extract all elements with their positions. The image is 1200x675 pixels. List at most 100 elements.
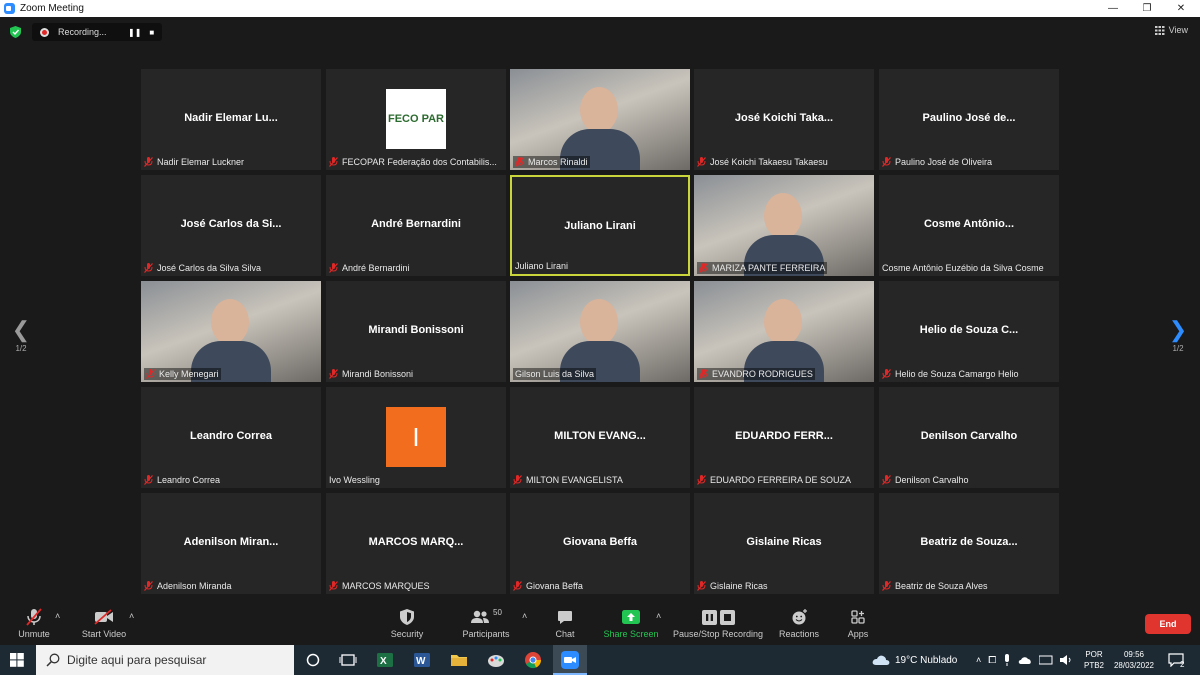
language-code: POR (1085, 650, 1103, 659)
participant-tile[interactable]: Leandro Correa Leandro Correa (141, 387, 321, 488)
clock[interactable]: 09:56 28/03/2022 (1112, 645, 1156, 675)
participant-tile[interactable]: Mirandi Bonissoni Mirandi Bonissoni (326, 281, 506, 382)
search-icon (46, 653, 60, 667)
participant-display-name: Paulino José de... (922, 112, 1016, 124)
participant-tile[interactable]: Nadir Elemar Lu... Nadir Elemar Luckner (141, 69, 321, 170)
share-options-chevron-icon[interactable]: ˄ (656, 611, 661, 621)
participant-name-label: Gilson Luis da Silva (513, 368, 597, 380)
view-button[interactable]: View (1154, 25, 1188, 35)
stop-recording-button[interactable]: ■ (149, 28, 154, 37)
muted-mic-icon (513, 581, 522, 591)
share-screen-icon (622, 610, 640, 624)
onedrive-cloud-icon[interactable] (1018, 655, 1032, 665)
chat-bubble-icon (558, 610, 572, 624)
participant-name: Helio de Souza Camargo Helio (895, 369, 1019, 379)
network-icon[interactable] (1039, 655, 1053, 665)
participant-tile[interactable]: Beatriz de Souza... Beatriz de Souza Alve… (879, 493, 1059, 594)
participant-tile[interactable]: EVANDRO RODRIGUES (694, 281, 874, 382)
participant-tile[interactable]: I Ivo Wessling (326, 387, 506, 488)
recording-text: Recording... (58, 27, 107, 37)
participant-display-name: Leandro Correa (190, 430, 272, 442)
participant-tile[interactable]: MILTON EVANG... MILTON EVANGELISTA (510, 387, 690, 488)
participant-tile[interactable]: EDUARDO FERR... EDUARDO FERREIRA DE SOUZA (694, 387, 874, 488)
participants-options-chevron-icon[interactable]: ˄ (522, 611, 527, 621)
camera-tray-icon[interactable]: ⧠ (988, 655, 996, 666)
participant-tile[interactable]: José Carlos da Si... José Carlos da Silva… (141, 175, 321, 276)
pause-recording-button[interactable]: ❚❚ (128, 28, 141, 37)
participant-tile[interactable]: Gislaine Ricas Gislaine Ricas (694, 493, 874, 594)
participant-tile[interactable]: Juliano Lirani Juliano Lirani (510, 175, 690, 276)
participant-tile[interactable]: André Bernardini André Bernardini (326, 175, 506, 276)
previous-page-button[interactable]: ❮ 1/2 (11, 319, 31, 354)
participant-tile[interactable]: Marcos Rinaldi (510, 69, 690, 170)
pause-stop-recording-button[interactable]: Pause/Stop Recording (672, 608, 764, 639)
participant-tile[interactable]: Helio de Souza C... Helio de Souza Camarg… (879, 281, 1059, 382)
security-button[interactable]: Security (385, 608, 429, 639)
participant-name: EDUARDO FERREIRA DE SOUZA (710, 475, 852, 485)
stop-icon (719, 609, 735, 625)
microphone-tray-icon[interactable] (1003, 654, 1011, 666)
participant-name: Cosme Antônio Euzébio da Silva Cosme (882, 263, 1044, 273)
speaker-icon[interactable] (1060, 655, 1072, 665)
participant-tile[interactable]: Denilson Carvalho Denilson Carvalho (879, 387, 1059, 488)
chevron-right-icon: ❯ (1168, 317, 1188, 342)
participant-tile[interactable]: Gilson Luis da Silva (510, 281, 690, 382)
participant-display-name: André Bernardini (371, 218, 461, 230)
start-video-label: Start Video (81, 629, 127, 639)
participant-tile[interactable]: José Koichi Taka... José Koichi Takaesu T… (694, 69, 874, 170)
participant-name-label: EVANDRO RODRIGUES (697, 368, 815, 380)
chrome-icon[interactable] (524, 651, 542, 669)
restore-button[interactable]: ❐ (1128, 0, 1166, 17)
participant-tile[interactable]: MARIZA PANTE FERREIRA (694, 175, 874, 276)
shield-check-icon[interactable] (10, 26, 21, 38)
apps-button[interactable]: Apps (842, 608, 874, 639)
participant-name: Juliano Lirani (515, 261, 569, 271)
participant-display-name: Gislaine Ricas (746, 536, 822, 548)
tray-overflow-chevron-icon[interactable]: ˄ (976, 655, 981, 665)
participant-tile[interactable]: Giovana Beffa Giovana Beffa (510, 493, 690, 594)
participant-name: MARCOS MARQUES (342, 581, 430, 591)
participant-tile[interactable]: Adenilson Miran... Adenilson Miranda (141, 493, 321, 594)
input-language-indicator[interactable]: POR PTB2 (1084, 645, 1104, 675)
participant-tile[interactable]: FECO PAR FECOPAR Federação dos Contabilis… (326, 69, 506, 170)
word-icon[interactable]: W (413, 651, 431, 669)
muted-mic-icon (144, 157, 153, 167)
zoom-taskbar-active[interactable] (553, 645, 587, 675)
participant-name: Giovana Beffa (526, 581, 583, 591)
participants-button[interactable]: 50 Participants (460, 608, 512, 639)
end-meeting-button[interactable]: End (1145, 614, 1191, 634)
participant-name: Adenilson Miranda (157, 581, 232, 591)
meeting-area: Recording... ❚❚ ■ View ❮ 1/2 ❯ 1/2 Nadir… (0, 17, 1200, 602)
close-button[interactable]: ✕ (1162, 0, 1200, 17)
participant-tile[interactable]: MARCOS MARQ... MARCOS MARQUES (326, 493, 506, 594)
participant-name-label: Beatriz de Souza Alves (882, 580, 988, 592)
participant-name-label: Denilson Carvalho (882, 474, 969, 486)
muted-mic-icon (329, 263, 338, 273)
muted-mic-icon (697, 157, 706, 167)
minimize-button[interactable]: — (1094, 0, 1132, 17)
next-page-button[interactable]: ❯ 1/2 (1168, 317, 1188, 354)
file-explorer-icon[interactable] (450, 651, 468, 669)
chat-button[interactable]: Chat (548, 608, 582, 639)
weather-widget[interactable]: 19°C Nublado (872, 645, 957, 675)
participant-tile[interactable]: Paulino José de... Paulino José de Olivei… (879, 69, 1059, 170)
start-video-button[interactable]: Start Video (78, 608, 130, 639)
participant-tile[interactable]: Cosme Antônio... Cosme Antônio Euzébio da… (879, 175, 1059, 276)
excel-icon[interactable]: X (376, 651, 394, 669)
participant-tile[interactable]: Kelly Menegari (141, 281, 321, 382)
action-center-button[interactable]: 2 (1168, 645, 1184, 675)
windows-start-icon[interactable] (10, 653, 24, 667)
taskbar-search-box[interactable]: Digite aqui para pesquisar (36, 645, 294, 675)
share-screen-button[interactable]: Share Screen (602, 608, 660, 639)
participant-name: Paulino José de Oliveira (895, 157, 993, 167)
video-options-chevron-icon[interactable]: ˄ (129, 611, 134, 621)
reactions-button[interactable]: Reactions (778, 608, 820, 639)
cortana-icon[interactable] (304, 651, 322, 669)
audio-options-chevron-icon[interactable]: ˄ (55, 611, 60, 621)
participant-display-name: Giovana Beffa (563, 536, 637, 548)
task-view-icon[interactable] (339, 651, 357, 669)
paint-app-icon[interactable] (487, 651, 505, 669)
participant-name: MARIZA PANTE FERREIRA (712, 263, 826, 273)
windows-taskbar: Digite aqui para pesquisar X W 19°C Nubl… (0, 645, 1200, 675)
unmute-button[interactable]: Unmute (14, 608, 54, 639)
